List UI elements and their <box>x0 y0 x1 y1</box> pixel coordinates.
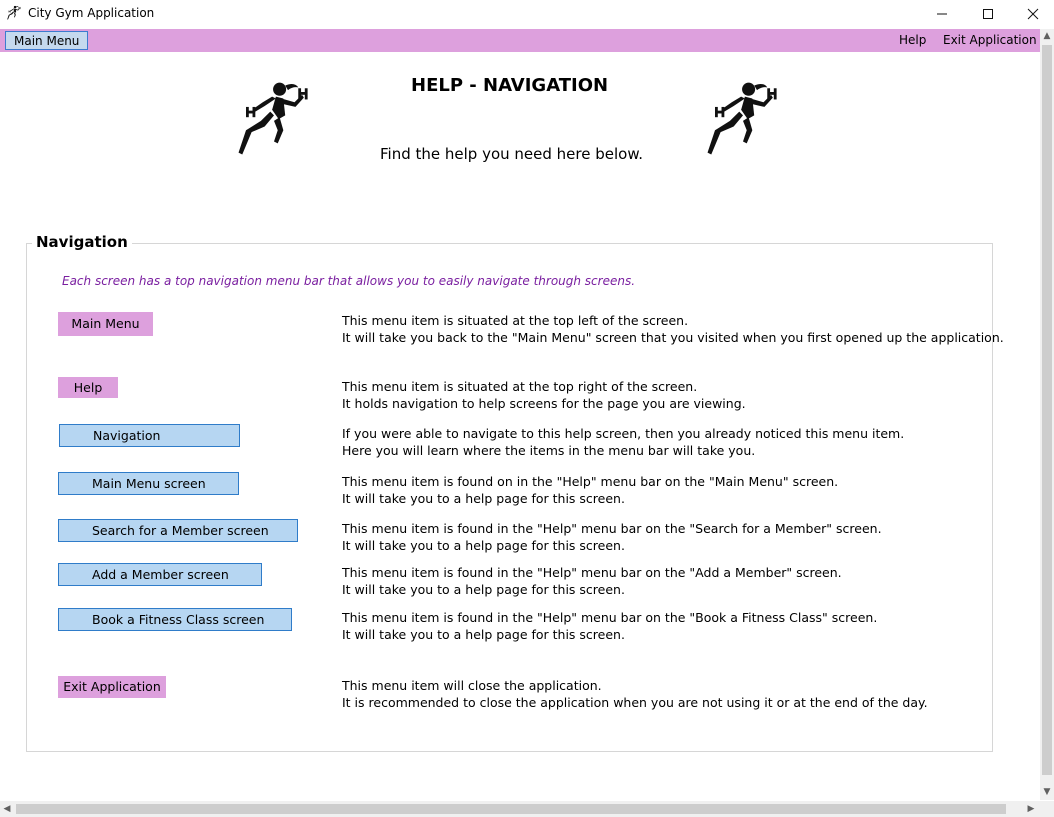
description-line: It is recommended to close the applicati… <box>342 695 928 710</box>
help-button[interactable]: Help <box>58 377 118 398</box>
window-title: City Gym Application <box>28 6 155 20</box>
description-line: This menu item is found on in the "Help"… <box>342 474 839 489</box>
item-description: If you were able to navigate to this hel… <box>342 425 904 459</box>
maximize-icon[interactable] <box>965 0 1011 28</box>
section-title: Navigation <box>32 233 132 251</box>
page-subtitle: Find the help you need here below. <box>380 145 643 163</box>
description-line: It will take you to a help page for this… <box>342 582 625 597</box>
description-line: It holds navigation to help screens for … <box>342 396 746 411</box>
description-line: It will take you to a help page for this… <box>342 627 625 642</box>
chevron-right-icon[interactable]: ▶ <box>1024 802 1038 816</box>
horizontal-scrollbar[interactable]: ◀ ▶ <box>0 801 1040 817</box>
section-intro: Each screen has a top navigation menu ba… <box>62 274 636 288</box>
add-member-screen-button[interactable]: Add a Member screen <box>58 563 262 586</box>
runner-icon <box>6 5 22 21</box>
description-line: This menu item is found in the "Help" me… <box>342 521 882 536</box>
description-line: If you were able to navigate to this hel… <box>342 426 905 441</box>
title-bar: City Gym Application <box>0 0 1054 28</box>
chevron-up-icon[interactable]: ▲ <box>1040 29 1054 43</box>
runner-icon <box>234 78 314 162</box>
item-description: This menu item is found on in the "Help"… <box>342 473 838 507</box>
item-description: This menu item is situated at the top ri… <box>342 378 746 412</box>
runner-icon <box>703 78 783 162</box>
item-description: This menu item is found in the "Help" me… <box>342 564 842 598</box>
main-menu-button[interactable]: Main Menu <box>58 312 153 336</box>
book-fitness-class-screen-button[interactable]: Book a Fitness Class screen <box>58 608 292 631</box>
description-line: This menu item will close the applicatio… <box>342 678 602 693</box>
navigation-button[interactable]: Navigation <box>59 424 240 447</box>
scrollbar-corner <box>1040 801 1054 817</box>
exit-application-button[interactable]: Exit Application <box>58 676 166 698</box>
description-line: It will take you to a help page for this… <box>342 538 625 553</box>
description-line: It will take you to a help page for this… <box>342 491 625 506</box>
chevron-down-icon[interactable]: ▼ <box>1040 785 1054 799</box>
description-line: This menu item is situated at the top ri… <box>342 379 698 394</box>
scroll-thumb[interactable] <box>16 804 1006 814</box>
description-line: It will take you back to the "Main Menu"… <box>342 330 1004 345</box>
menu-exit-application[interactable]: Exit Application <box>943 32 1037 49</box>
menu-help[interactable]: Help <box>899 32 926 49</box>
chevron-left-icon[interactable]: ◀ <box>0 802 14 816</box>
description-line: Here you will learn where the items in t… <box>342 443 756 458</box>
menu-main-menu[interactable]: Main Menu <box>5 31 89 50</box>
search-member-screen-button[interactable]: Search for a Member screen <box>58 519 298 542</box>
description-line: This menu item is found in the "Help" me… <box>342 565 842 580</box>
main-menu-screen-button[interactable]: Main Menu screen <box>58 472 239 495</box>
item-description: This menu item is found in the "Help" me… <box>342 520 882 554</box>
item-description: This menu item is situated at the top le… <box>342 312 1004 346</box>
description-line: This menu item is situated at the top le… <box>342 313 689 328</box>
item-description: This menu item will close the applicatio… <box>342 677 928 711</box>
page-title: HELP - NAVIGATION <box>411 75 609 96</box>
minimize-icon[interactable] <box>919 0 965 28</box>
item-description: This menu item is found in the "Help" me… <box>342 609 877 643</box>
scroll-thumb[interactable] <box>1042 45 1052 775</box>
close-icon[interactable] <box>1010 0 1054 28</box>
description-line: This menu item is found in the "Help" me… <box>342 610 878 625</box>
vertical-scrollbar[interactable]: ▲ ▼ <box>1040 29 1054 800</box>
menu-bar: Main Menu Help Exit Application <box>0 29 1040 52</box>
